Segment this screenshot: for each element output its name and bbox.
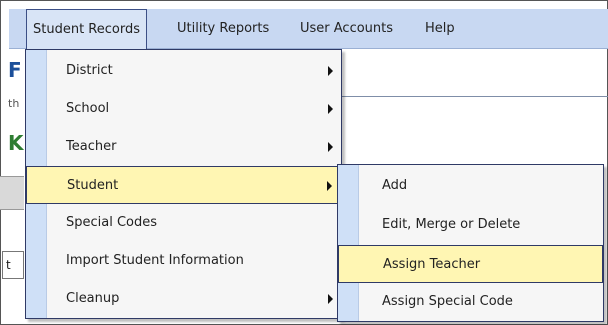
page-toolbar-fragment <box>0 176 24 210</box>
submenu-item-edit-merge-delete[interactable]: Edit, Merge or Delete <box>338 206 603 244</box>
menu-item-label: Add <box>382 178 408 193</box>
student-records-menu: District School Teacher Student Special … <box>25 49 342 319</box>
page-title-fragment: F <box>8 58 22 82</box>
menu-item-label: Cleanup <box>66 291 120 306</box>
menu-item-teacher[interactable]: Teacher <box>26 128 341 166</box>
menu-item-import-student-information[interactable]: Import Student Information <box>26 242 341 280</box>
menu-item-student[interactable]: Student <box>26 166 341 204</box>
menu-item-district[interactable]: District <box>26 52 341 90</box>
menu-item-special-codes[interactable]: Special Codes <box>26 204 341 242</box>
menu-item-label: Assign Teacher <box>383 257 481 272</box>
menu-help[interactable]: Help <box>425 9 455 49</box>
student-submenu: Add Edit, Merge or Delete Assign Teacher… <box>337 164 604 322</box>
menu-item-label: Import Student Information <box>66 253 244 268</box>
menu-utility-reports[interactable]: Utility Reports <box>177 9 269 49</box>
menu-item-school[interactable]: School <box>26 90 341 128</box>
submenu-arrow-icon <box>328 104 333 114</box>
menu-user-accounts[interactable]: User Accounts <box>300 9 393 49</box>
menu-item-label: Teacher <box>66 139 117 154</box>
menu-item-label: Special Codes <box>66 215 158 230</box>
page-divider <box>340 96 608 97</box>
submenu-arrow-icon <box>328 142 333 152</box>
submenu-arrow-icon <box>327 181 332 191</box>
menu-item-label: Assign Special Code <box>382 294 513 309</box>
submenu-arrow-icon <box>328 294 333 304</box>
page-input-fragment[interactable]: t <box>2 251 24 279</box>
menu-item-label: Edit, Merge or Delete <box>382 217 521 232</box>
menu-item-label: Student <box>67 178 119 193</box>
submenu-item-add[interactable]: Add <box>338 167 603 205</box>
menu-item-cleanup[interactable]: Cleanup <box>26 280 341 318</box>
page-heading-fragment: K <box>8 131 24 155</box>
menu-item-label: School <box>66 101 110 116</box>
submenu-item-assign-special-code[interactable]: Assign Special Code <box>338 283 603 321</box>
menu-student-records[interactable]: Student Records <box>26 9 147 49</box>
menubar: Student Records Utility Reports User Acc… <box>9 9 608 49</box>
page-subtitle-fragment: th <box>8 97 20 110</box>
submenu-arrow-icon <box>328 66 333 76</box>
menu-item-label: District <box>66 63 113 78</box>
submenu-item-assign-teacher[interactable]: Assign Teacher <box>338 245 603 283</box>
